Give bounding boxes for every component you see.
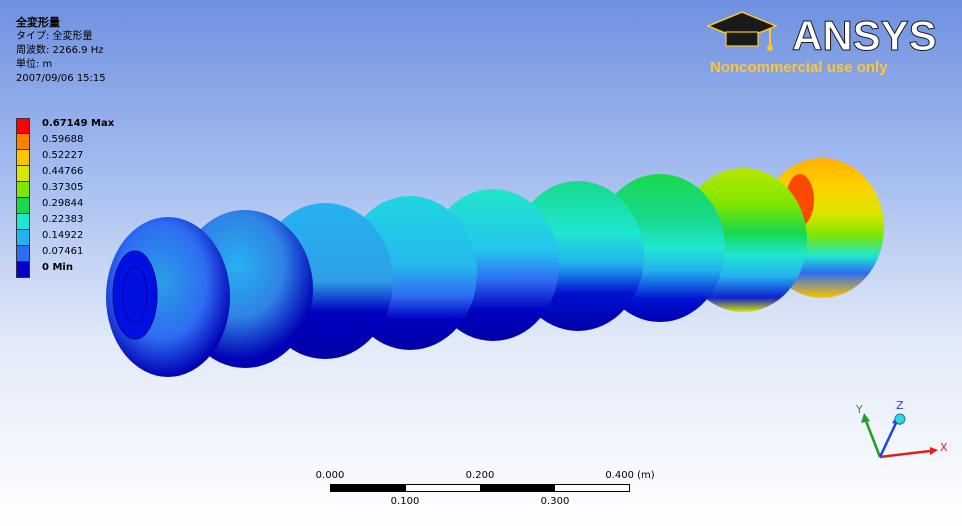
brand-text: ANSYS xyxy=(792,12,937,59)
legend-label: 0.29844 xyxy=(42,198,84,209)
graphics-viewport[interactable]: 全変形量 タイプ: 全変形量 周波数: 2266.9 Hz 単位: m 2007… xyxy=(0,0,962,526)
scale-label-300: 0.300 xyxy=(540,496,570,507)
result-frequency: 周波数: 2266.9 Hz xyxy=(16,45,104,56)
legend-label: 0.37305 xyxy=(42,182,84,193)
legend-swatch xyxy=(16,134,30,150)
scale-label-100: 0.100 xyxy=(390,496,420,507)
ansys-logo: ANSYS Noncommercial use only xyxy=(706,11,937,76)
legend-swatch xyxy=(16,246,30,262)
legend-label: 0.67149 Max xyxy=(42,118,115,129)
scale-label-400: 0.400 (m) xyxy=(605,470,655,481)
axis-x-label: X xyxy=(940,441,948,454)
noncommercial-note: Noncommercial use only xyxy=(710,59,888,76)
result-date: 2007/09/06 15:15 xyxy=(16,73,106,84)
axis-z-label: Z xyxy=(896,399,904,412)
legend-swatch xyxy=(16,198,30,214)
axis-triad[interactable]: X Y Z xyxy=(840,395,950,465)
legend-swatch xyxy=(16,230,30,246)
legend-label: 0.07461 xyxy=(42,246,84,257)
result-unit: 単位: m xyxy=(16,59,53,70)
legend-label: 0.59688 xyxy=(42,134,84,145)
axis-y-label: Y xyxy=(855,403,863,416)
result-title: 全変形量 xyxy=(16,16,60,29)
legend-label: 0.14922 xyxy=(42,230,84,241)
deformed-cavity-model xyxy=(106,158,884,377)
result-type: タイプ: 全変形量 xyxy=(16,31,93,42)
legend-swatch xyxy=(16,182,30,198)
scale-label-200: 0.200 xyxy=(465,470,495,481)
legend-swatch xyxy=(16,166,30,182)
legend-label: 0.22383 xyxy=(42,214,84,225)
scale-label-0: 0.000 xyxy=(315,470,345,481)
legend-label: 0.52227 xyxy=(42,150,84,161)
result-info: 全変形量 タイプ: 全変形量 周波数: 2266.9 Hz 単位: m 2007… xyxy=(16,16,106,86)
legend-label: 0.44766 xyxy=(42,166,84,177)
scale-bar-graphic xyxy=(330,484,630,492)
legend-swatch xyxy=(16,150,30,166)
legend-label: 0 Min xyxy=(42,262,73,273)
legend-swatch xyxy=(16,118,30,134)
legend-swatch xyxy=(16,262,30,278)
legend-swatch xyxy=(16,214,30,230)
